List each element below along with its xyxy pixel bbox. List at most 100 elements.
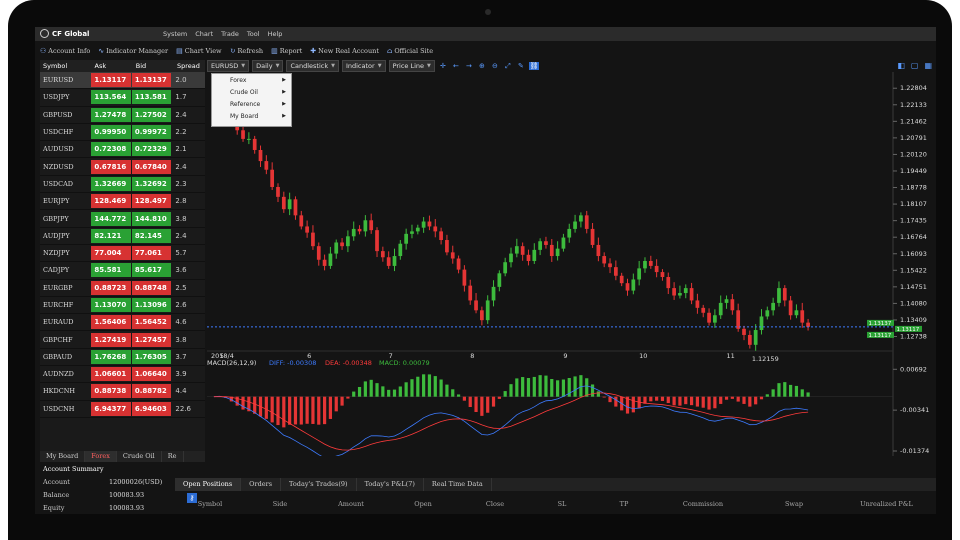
menu-trade[interactable]: Trade bbox=[221, 30, 239, 38]
candle-body bbox=[619, 275, 624, 284]
period-dropdown[interactable]: Daily ▼ bbox=[252, 60, 284, 72]
quote-ask-price: 1.06601 bbox=[91, 367, 131, 382]
quote-row[interactable]: CADJPY 85.581 85.617 3.6 bbox=[40, 262, 205, 280]
home-icon: ⌂ bbox=[386, 46, 393, 55]
quote-symbol: GBPCHF bbox=[43, 335, 73, 344]
draw-pen-icon[interactable]: ✎ bbox=[516, 62, 526, 70]
tab-my-board[interactable]: My Board bbox=[40, 451, 86, 462]
col-bid[interactable]: Bid bbox=[133, 62, 174, 70]
quote-row[interactable]: HKDCNH 0.88738 0.88782 4.4 bbox=[40, 383, 205, 401]
column-header[interactable]: Open bbox=[387, 500, 459, 513]
candle-body bbox=[474, 300, 478, 311]
tab-crude-oil[interactable]: Crude Oil bbox=[117, 451, 162, 462]
menu-chart[interactable]: Chart bbox=[195, 30, 213, 38]
quote-row[interactable]: USDJPY 113.564 113.581 1.7 bbox=[40, 89, 205, 107]
account-info-button[interactable]: ⚇ Account Info bbox=[40, 47, 90, 55]
column-header[interactable]: Commission bbox=[655, 500, 751, 513]
quote-ask-price: 1.27478 bbox=[91, 107, 131, 122]
chevron-down-icon: ▼ bbox=[331, 63, 335, 69]
quote-row[interactable]: AUDUSD 0.72308 0.72329 2.1 bbox=[40, 141, 205, 159]
arrow-left-icon[interactable]: ← bbox=[451, 62, 461, 70]
tab-real-time-data[interactable]: Real Time Data bbox=[424, 478, 492, 491]
candle-body bbox=[567, 228, 572, 238]
split-view-icon[interactable]: ◧ bbox=[897, 61, 905, 70]
quote-row[interactable]: USDCAD 1.32669 1.32692 2.3 bbox=[40, 176, 205, 194]
zoom-in-icon[interactable]: ⊕ bbox=[477, 62, 487, 70]
symbol-dropdown[interactable]: EURUSD ▼ bbox=[207, 60, 250, 72]
tab-reference[interactable]: Re bbox=[162, 451, 184, 462]
quote-row[interactable]: EURCHF 1.13070 1.13096 2.6 bbox=[40, 297, 205, 315]
zoom-out-icon[interactable]: ⊖ bbox=[490, 62, 500, 70]
price-line-dropdown[interactable]: Price Line ▼ bbox=[388, 60, 435, 72]
quote-row[interactable]: USDCNH 6.94377 6.94603 22.6 bbox=[40, 401, 205, 418]
menu-tool[interactable]: Tool bbox=[247, 30, 260, 38]
quote-row[interactable]: EURAUD 1.56406 1.56452 4.6 bbox=[40, 314, 205, 332]
crosshair-icon[interactable]: ✛ bbox=[438, 62, 448, 70]
quote-ask-price: 6.94377 bbox=[91, 401, 131, 416]
candle-body bbox=[806, 322, 810, 327]
quote-spread: 1.7 bbox=[175, 93, 187, 102]
column-header[interactable]: TP bbox=[593, 500, 655, 513]
arrow-right-icon[interactable]: → bbox=[464, 62, 474, 70]
column-header[interactable]: Symbol bbox=[175, 500, 245, 513]
column-header[interactable]: Unrealized P&L bbox=[837, 500, 936, 513]
grid-view-icon[interactable]: ▦ bbox=[924, 61, 932, 70]
quote-tabs: My Board Forex Crude Oil Re bbox=[40, 451, 205, 462]
tab-orders[interactable]: Orders bbox=[241, 478, 282, 491]
col-symbol[interactable]: Symbol bbox=[40, 62, 92, 70]
menu-item-reference[interactable]: Reference ▶ bbox=[212, 98, 291, 110]
candle-body bbox=[765, 310, 770, 317]
candle-body bbox=[252, 138, 257, 150]
new-real-account-button[interactable]: ✚ New Real Account bbox=[310, 47, 379, 55]
candle-body bbox=[497, 273, 502, 287]
tab-open-positions[interactable]: Open Positions bbox=[175, 478, 242, 491]
chevron-down-icon: ▼ bbox=[275, 63, 280, 69]
indicator-dropdown[interactable]: Indicator ▼ bbox=[341, 60, 386, 72]
link-icon[interactable]: ⛓ bbox=[528, 62, 539, 70]
quote-row[interactable]: EURJPY 128.469 128.497 2.8 bbox=[40, 193, 205, 211]
refresh-button[interactable]: ↻ Refresh bbox=[230, 47, 264, 55]
quote-row[interactable]: EURGBP 0.88723 0.88748 2.5 bbox=[40, 280, 205, 297]
quote-row[interactable]: NZDJPY 77.004 77.061 5.7 bbox=[40, 245, 205, 263]
y-tick-label: 1.20120 bbox=[900, 150, 927, 158]
quote-row[interactable]: GBPJPY 144.772 144.810 3.8 bbox=[40, 210, 205, 228]
quote-row[interactable]: NZDUSD 0.67816 0.67840 2.4 bbox=[40, 158, 205, 176]
menu-system[interactable]: System bbox=[163, 30, 187, 38]
indicator-manager-button[interactable]: ∿ Indicator Manager bbox=[98, 47, 168, 55]
tab-forex[interactable]: Forex bbox=[85, 451, 117, 462]
col-ask[interactable]: Ask bbox=[92, 62, 133, 70]
column-header[interactable]: Swap bbox=[751, 500, 837, 513]
tab-todays-pnl[interactable]: Today's P&L(7) bbox=[357, 478, 424, 491]
tab-todays-trades[interactable]: Today's Trades(9) bbox=[281, 478, 357, 491]
quote-row[interactable]: GBPCHF 1.27419 1.27457 3.8 bbox=[40, 331, 205, 349]
menu-help[interactable]: Help bbox=[268, 30, 283, 38]
official-site-button[interactable]: ⌂ Official Site bbox=[387, 47, 433, 55]
menu-item-forex[interactable]: Forex ▶ bbox=[212, 74, 291, 86]
quote-row[interactable]: AUDNZD 1.06601 1.06640 3.9 bbox=[40, 366, 205, 384]
quote-row[interactable]: GBPUSD 1.27478 1.27502 2.4 bbox=[40, 107, 205, 124]
menu-item-crude-oil[interactable]: Crude Oil ▶ bbox=[212, 86, 291, 98]
new-account-icon: ✚ bbox=[310, 46, 317, 55]
col-spread[interactable]: Spread bbox=[174, 62, 205, 70]
chart-view-button[interactable]: ▤ Chart View bbox=[176, 47, 222, 55]
macd-dea-line bbox=[213, 392, 809, 451]
quote-row[interactable]: EURUSD 1.13117 1.13137 2.0 bbox=[40, 72, 205, 90]
column-header[interactable]: Close bbox=[459, 500, 531, 513]
quote-row[interactable]: USDCHF 0.99950 0.99972 2.2 bbox=[40, 124, 205, 142]
chart-type-dropdown[interactable]: Candlestick ▼ bbox=[286, 60, 339, 72]
quote-symbol: NZDUSD bbox=[43, 162, 74, 171]
quote-spread: 2.3 bbox=[175, 179, 187, 188]
column-header[interactable]: Side bbox=[245, 500, 315, 513]
column-header[interactable]: SL bbox=[531, 500, 593, 513]
menu-item-my-board[interactable]: My Board ▶ bbox=[212, 110, 291, 122]
fit-icon[interactable]: ⤢ bbox=[503, 62, 513, 71]
candle-body bbox=[398, 243, 403, 257]
y-tick-label: 1.22804 bbox=[900, 84, 927, 92]
quote-row[interactable]: AUDJPY 82.121 82.145 2.4 bbox=[40, 228, 205, 245]
quote-row[interactable]: GBPAUD 1.76268 1.76305 3.7 bbox=[40, 349, 205, 367]
column-header[interactable]: Amount bbox=[315, 500, 387, 513]
report-button[interactable]: ▥ Report bbox=[271, 47, 302, 55]
candlestick-chart[interactable]: 1.22804 1.22133 1.21462 1.20791 1.20120 1.194… bbox=[207, 72, 936, 456]
single-view-icon[interactable]: ▢ bbox=[911, 61, 919, 70]
menu-bar: System Chart Trade Tool Help bbox=[163, 30, 282, 38]
